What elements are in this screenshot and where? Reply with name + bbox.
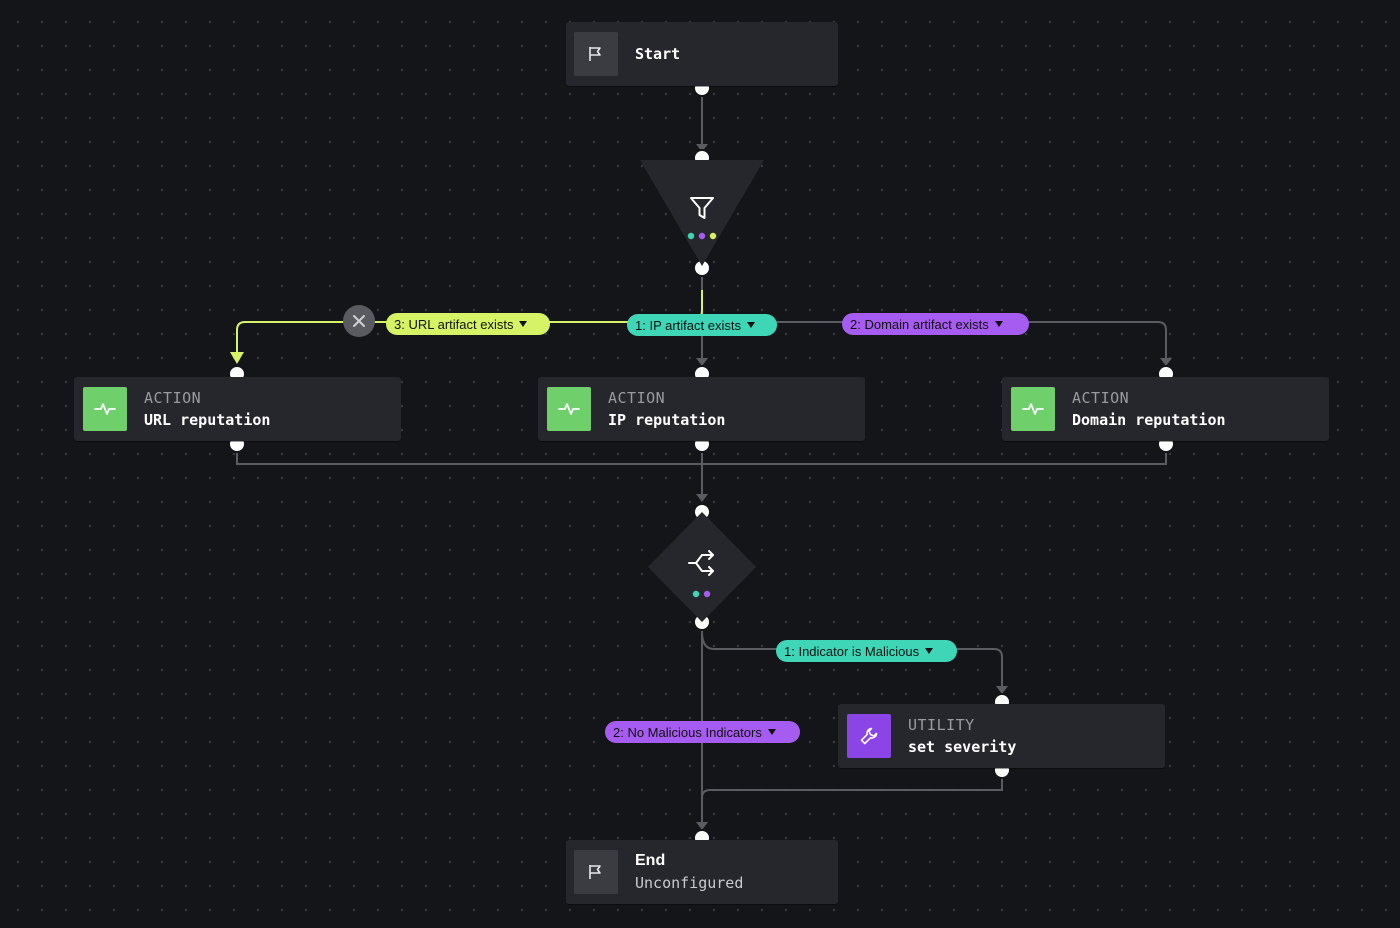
activity-icon [83, 387, 127, 431]
node-name-label: IP reputation [608, 411, 726, 429]
branch-indicator-malicious[interactable]: 1: Indicator is Malicious [776, 640, 957, 662]
activity-icon [1011, 387, 1055, 431]
branch-label: 2: No Malicious Indicators [613, 724, 762, 740]
split-icon [688, 550, 714, 576]
branch-label: 2: Domain artifact exists [850, 316, 989, 332]
close-icon [353, 315, 365, 327]
activity-icon [547, 387, 591, 431]
workflow-connections [228, 79, 1175, 847]
flag-icon [574, 32, 618, 76]
branch-label: 3: URL artifact exists [394, 316, 514, 332]
chevron-down-icon [767, 729, 776, 735]
node-type-label: ACTION [1072, 389, 1130, 407]
branch-url-artifact[interactable]: 3: URL artifact exists [386, 313, 550, 335]
end-status: Unconfigured [635, 874, 744, 892]
action-url-node[interactable]: ACTION URL reputation [74, 377, 401, 441]
action-domain-node[interactable]: ACTION Domain reputation [1002, 377, 1329, 441]
decision-branch-dots [692, 590, 711, 598]
end-node[interactable]: End Unconfigured [566, 840, 838, 904]
node-name-label: set severity [908, 738, 1017, 756]
flag-icon [574, 850, 618, 894]
branch-ip-artifact[interactable]: 1: IP artifact exists [627, 314, 777, 336]
node-type-label: ACTION [608, 389, 666, 407]
remove-branch-button[interactable] [343, 305, 375, 337]
node-type-label: ACTION [144, 389, 202, 407]
branch-no-malicious[interactable]: 2: No Malicious Indicators [605, 721, 800, 743]
branch-label: 1: IP artifact exists [635, 317, 741, 333]
wrench-icon [847, 714, 891, 758]
start-label: Start [635, 45, 681, 63]
filter-branch-dots [687, 232, 717, 240]
chevron-down-icon [994, 321, 1003, 327]
node-type-label: UTILITY [908, 716, 975, 734]
end-label: End [635, 852, 666, 869]
chevron-down-icon [925, 648, 934, 654]
filter-icon [690, 197, 714, 219]
node-name-label: URL reputation [144, 411, 271, 429]
utility-node[interactable]: UTILITY set severity [838, 704, 1165, 768]
start-node[interactable]: Start [566, 22, 838, 86]
branch-label: 1: Indicator is Malicious [784, 643, 920, 659]
branch-domain-artifact[interactable]: 2: Domain artifact exists [842, 313, 1029, 335]
node-name-label: Domain reputation [1072, 411, 1226, 429]
action-ip-node[interactable]: ACTION IP reputation [538, 377, 865, 441]
chevron-down-icon [519, 321, 528, 327]
chevron-down-icon [746, 322, 755, 328]
wire-utility-end [701, 772, 1003, 799]
